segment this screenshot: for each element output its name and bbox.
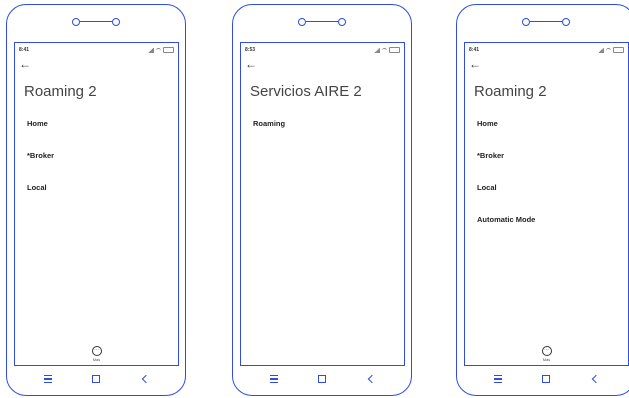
speaker-icon <box>72 17 120 27</box>
more-label: Más <box>542 357 551 362</box>
menu-button[interactable] <box>41 373 55 385</box>
back-arrow-icon[interactable]: ← <box>18 57 32 71</box>
battery-icon <box>163 47 174 53</box>
home-button[interactable] <box>539 373 553 385</box>
menu-list: Home *Broker Local Automatic Mode <box>477 116 622 244</box>
more-icon: ⋯ <box>541 346 552 356</box>
more-icon: ⋯ <box>91 346 102 356</box>
list-item-broker[interactable]: *Broker <box>27 148 172 164</box>
signal-icon <box>598 47 604 53</box>
list-item-local[interactable]: Local <box>27 180 172 196</box>
home-button[interactable] <box>89 373 103 385</box>
menu-icon <box>494 375 502 383</box>
wifi-icon <box>606 47 611 53</box>
screen-2: 8:53 ← Servicios AIRE 2 Roaming <box>240 42 405 366</box>
menu-icon <box>270 375 278 383</box>
menu-button[interactable] <box>267 373 281 385</box>
speaker-icon <box>298 17 346 27</box>
back-button[interactable] <box>363 373 377 385</box>
square-icon <box>318 375 326 383</box>
status-bar: 8:53 <box>245 47 400 55</box>
list-item-roaming[interactable]: Roaming <box>253 116 398 132</box>
speaker-icon <box>522 17 570 27</box>
chevron-left-icon <box>367 374 376 384</box>
page-title: Roaming 2 <box>474 83 547 100</box>
signal-icon <box>374 47 380 53</box>
list-item-broker[interactable]: *Broker <box>477 148 622 164</box>
wifi-icon <box>382 47 387 53</box>
back-arrow-icon[interactable]: ← <box>468 57 482 71</box>
back-button[interactable] <box>137 373 151 385</box>
menu-icon <box>44 375 52 383</box>
status-bar: 8:41 <box>469 47 624 55</box>
more-label: Más <box>92 357 101 362</box>
home-button[interactable] <box>315 373 329 385</box>
more-button[interactable]: ⋯ Más <box>82 346 112 362</box>
battery-icon <box>389 47 400 53</box>
phone-frame-1: 8:41 ← Roaming 2 Home *Broker Local ⋯ Má… <box>6 4 186 396</box>
menu-button[interactable] <box>491 373 505 385</box>
screen-3: 8:41 ← Roaming 2 Home *Broker Local Auto… <box>464 42 629 366</box>
chevron-left-icon <box>141 374 150 384</box>
nav-bar <box>233 373 411 385</box>
status-time: 8:41 <box>19 47 30 53</box>
wifi-icon <box>156 47 161 53</box>
list-item-home[interactable]: Home <box>27 116 172 132</box>
chevron-left-icon <box>591 374 600 384</box>
nav-bar <box>457 373 629 385</box>
list-item-local[interactable]: Local <box>477 180 622 196</box>
status-time: 8:41 <box>469 47 480 53</box>
menu-list: Home *Broker Local <box>27 116 172 212</box>
list-item-automatic-mode[interactable]: Automatic Mode <box>477 212 622 228</box>
screen-1: 8:41 ← Roaming 2 Home *Broker Local ⋯ Má… <box>14 42 179 366</box>
menu-list: Roaming <box>253 116 398 148</box>
more-button[interactable]: ⋯ Más <box>532 346 562 362</box>
page-title: Servicios AIRE 2 <box>250 83 362 100</box>
phone-frame-2: 8:53 ← Servicios AIRE 2 Roaming <box>232 4 412 396</box>
battery-icon <box>613 47 624 53</box>
signal-icon <box>148 47 154 53</box>
status-bar: 8:41 <box>19 47 174 55</box>
back-button[interactable] <box>587 373 601 385</box>
page-title: Roaming 2 <box>24 83 97 100</box>
back-arrow-icon[interactable]: ← <box>244 57 258 71</box>
phone-frame-3: 8:41 ← Roaming 2 Home *Broker Local Auto… <box>456 4 629 396</box>
square-icon <box>92 375 100 383</box>
square-icon <box>542 375 550 383</box>
list-item-home[interactable]: Home <box>477 116 622 132</box>
status-time: 8:53 <box>245 47 256 53</box>
nav-bar <box>7 373 185 385</box>
